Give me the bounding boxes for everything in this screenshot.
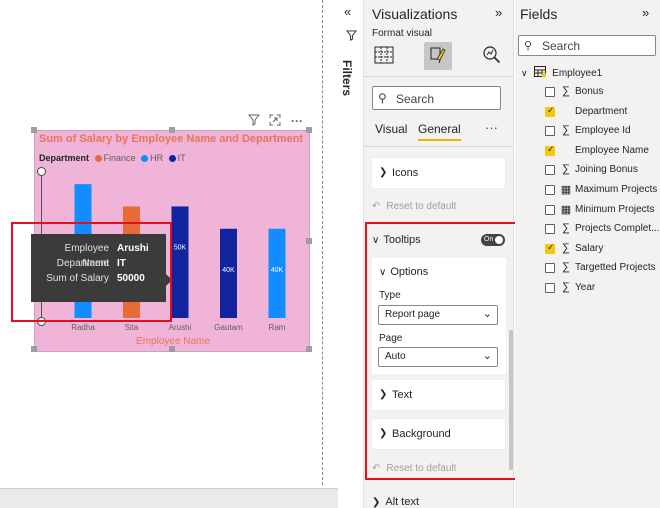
tab-general[interactable]: General: [418, 122, 461, 141]
x-tick-label: Ram: [269, 323, 286, 332]
filter-funnel-icon[interactable]: [345, 30, 358, 44]
field-checkbox[interactable]: [545, 263, 555, 274]
sigma-icon: ∑: [562, 124, 570, 137]
focus-mode-icon[interactable]: [268, 114, 282, 128]
expand-pane-icon[interactable]: »: [642, 5, 649, 20]
section-label: Icons: [392, 167, 419, 179]
page-tabs-bar: [0, 488, 338, 508]
selection-handle[interactable]: [31, 127, 37, 133]
field-checkbox[interactable]: [545, 185, 555, 195]
paint-brush-icon: [428, 45, 448, 68]
field-checkbox[interactable]: [545, 126, 555, 137]
field-name: Salary: [575, 242, 604, 254]
sigma-icon: ∑: [562, 241, 570, 254]
magnifier-chart-icon: [482, 45, 502, 68]
field-checkbox[interactable]: [545, 165, 555, 176]
field-checkbox[interactable]: [545, 87, 555, 97]
field-checkbox[interactable]: [545, 144, 555, 156]
data-label: 50K: [174, 244, 187, 251]
field-name: Year: [575, 282, 596, 293]
x-tick-label: Gautam: [214, 323, 243, 332]
field-name: Joining Bonus: [575, 164, 638, 176]
section-icons[interactable]: ❯ Icons: [372, 158, 505, 188]
table-icon: [532, 66, 550, 79]
highlight-box-tooltip: [11, 222, 172, 322]
sigma-icon: ∑: [562, 85, 570, 97]
search-placeholder: Search: [542, 39, 581, 53]
reset-to-default-button[interactable]: ↶ Reset to default: [372, 201, 456, 212]
fields-search-input[interactable]: ⚲ Search: [518, 35, 656, 56]
data-label: 40K: [271, 267, 284, 274]
collapse-filters-icon[interactable]: «: [344, 4, 351, 19]
table-employee1[interactable]: ∨ Employee1: [521, 66, 602, 79]
field-checkbox[interactable]: [545, 283, 555, 293]
field-name: Maximum Projects: [575, 184, 658, 195]
fields-pane: Fields » ⚲ Search ∨ Employee1 ∑ Bonus Depa…: [515, 0, 660, 508]
more-options-icon[interactable]: ···: [290, 114, 304, 128]
x-tick-label: Arushi: [169, 323, 192, 332]
bar-arushi[interactable]: [171, 206, 189, 318]
chevron-down-icon: ∨: [521, 68, 528, 78]
analytics-tab[interactable]: [478, 42, 506, 70]
divider: [364, 76, 514, 77]
selection-handle[interactable]: [169, 127, 175, 133]
zoom-slider-handle-top[interactable]: [37, 167, 46, 176]
divider: [364, 146, 514, 147]
visualizations-title: Visualizations: [372, 6, 458, 22]
field-name: Employee Name: [575, 144, 649, 156]
search-icon: ⚲: [524, 40, 533, 52]
search-placeholder: Search: [396, 92, 435, 106]
field-checkbox[interactable]: [545, 105, 555, 117]
field-name: Employee Id: [575, 125, 631, 137]
selection-handle[interactable]: [306, 127, 312, 133]
x-tick-label: Sita: [125, 323, 139, 332]
calculator-icon: ▦: [560, 203, 572, 216]
sigma-icon: ∑: [562, 222, 570, 235]
fields-title: Fields: [520, 6, 558, 22]
field-name: Department: [575, 105, 628, 117]
tab-visual[interactable]: Visual: [375, 122, 407, 136]
section-alt-text[interactable]: ❯ Alt text: [372, 496, 419, 508]
filters-pane-label[interactable]: Filters: [340, 60, 354, 96]
sigma-icon: ∑: [562, 163, 570, 176]
field-name: Targetted Projects: [575, 262, 656, 274]
sigma-icon: ∑: [562, 281, 570, 293]
selection-handle[interactable]: [31, 346, 37, 352]
x-tick-label: Radha: [71, 323, 95, 332]
expand-pane-icon[interactable]: »: [495, 5, 502, 20]
build-visual-tab[interactable]: [370, 42, 398, 70]
field-name: Bonus: [575, 86, 604, 97]
filters-pane: « Filters: [338, 0, 364, 508]
table-name: Employee1: [552, 68, 603, 79]
highlight-box-tooltips: [365, 222, 518, 480]
field-checkbox[interactable]: [545, 204, 555, 215]
field-name: Minimum Projects: [575, 203, 655, 215]
undo-icon: ↶: [372, 201, 381, 212]
more-options-icon[interactable]: ···: [485, 120, 498, 135]
filter-icon[interactable]: [247, 114, 261, 128]
calculator-icon: ▦: [560, 184, 572, 196]
selection-handle[interactable]: [306, 346, 312, 352]
format-visual-tab[interactable]: [424, 42, 452, 70]
search-icon: ⚲: [378, 91, 387, 105]
sigma-icon: ∑: [562, 261, 570, 274]
field-checkbox[interactable]: [545, 224, 555, 235]
selection-handle[interactable]: [169, 346, 175, 352]
reset-label: Reset to default: [386, 201, 457, 212]
data-label: 40K: [222, 267, 235, 274]
chevron-right-icon: ❯: [379, 167, 388, 178]
format-visual-label: Format visual: [372, 28, 433, 39]
section-label: Alt text: [385, 496, 420, 508]
field-name: Projects Complet...: [575, 223, 660, 235]
chevron-right-icon: ❯: [372, 497, 381, 508]
table-grid-icon: [374, 46, 394, 67]
field-checkbox[interactable]: [545, 242, 555, 254]
format-search-input[interactable]: ⚲ Search: [372, 86, 501, 110]
selection-handle[interactable]: [306, 238, 312, 244]
